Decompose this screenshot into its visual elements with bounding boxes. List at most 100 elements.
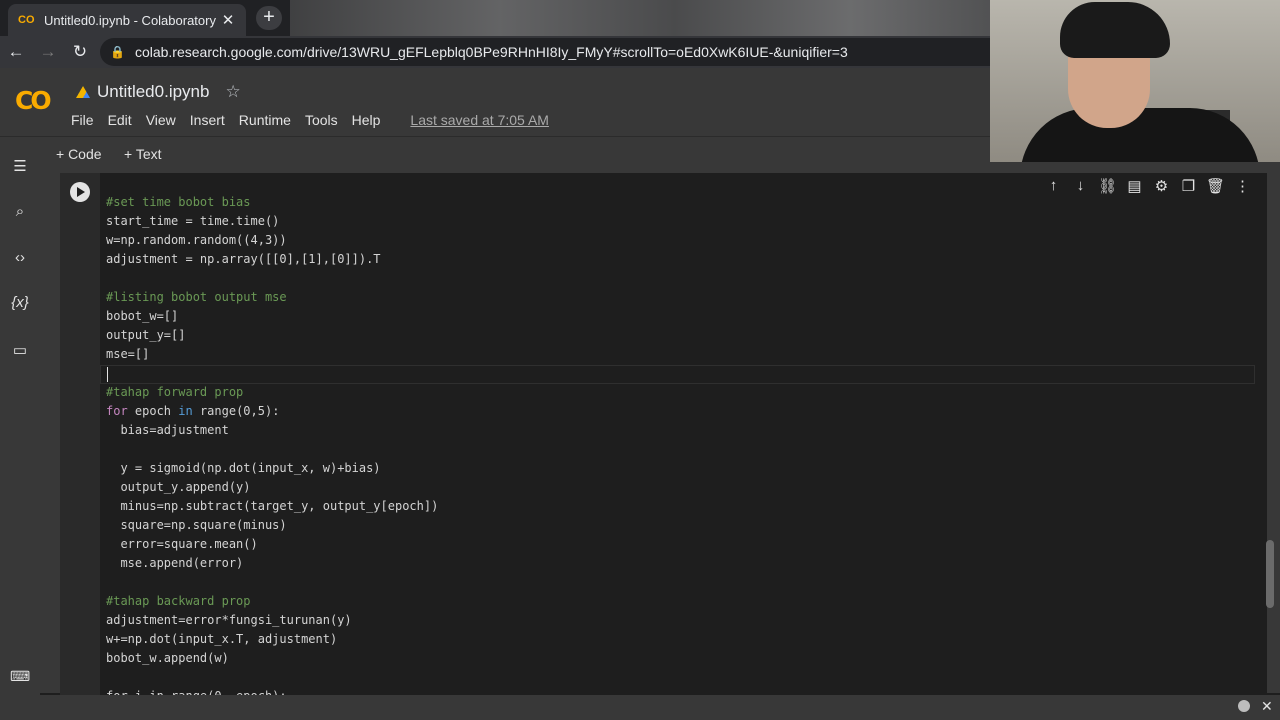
person-hair (1060, 2, 1170, 58)
add-code-button[interactable]: + Code (56, 146, 102, 162)
code-token: #set time bobot bias (106, 195, 251, 209)
code-line[interactable] (106, 573, 438, 592)
code-cell[interactable]: ↑ ↓ ⛓ ▤ ⚙ ❐ 🗑 ⋮ #set time bobot bias star… (60, 173, 1267, 703)
code-token: #listing bobot output mse (106, 290, 287, 304)
code-line[interactable]: y = sigmoid(np.dot(input_x, w)+bias) (106, 459, 438, 478)
code-snippets-icon[interactable]: ‹› (10, 249, 30, 266)
code-line[interactable]: error=square.mean() (106, 535, 438, 554)
menu-tools[interactable]: Tools (305, 112, 338, 128)
move-down-icon[interactable]: ↓ (1067, 177, 1094, 201)
code-line[interactable]: adjustment=error*fungsi_turunan(y) (106, 611, 438, 630)
reload-icon[interactable]: ↻ (64, 42, 96, 62)
close-tab-icon[interactable]: ✕ (220, 11, 236, 29)
menu-bar: File Edit View Insert Runtime Tools Help… (71, 112, 563, 128)
code-line[interactable]: bobot_w=[] (106, 307, 438, 326)
menu-file[interactable]: File (71, 112, 94, 128)
code-token: adjustment=error*fungsi_turunan(y) (106, 613, 352, 627)
code-token: start_time = time.time() (106, 214, 280, 228)
code-line[interactable]: adjustment = np.array([[0],[1],[0]]).T (106, 250, 438, 269)
code-line[interactable] (106, 440, 438, 459)
menu-help[interactable]: Help (352, 112, 381, 128)
last-saved-link[interactable]: Last saved at 7:05 AM (410, 112, 549, 128)
link-icon[interactable]: ⛓ (1094, 177, 1121, 201)
add-text-button[interactable]: + Text (124, 146, 162, 162)
tab-title: Untitled0.ipynb - Colaboratory (44, 12, 216, 28)
code-token: error=square.mean() (106, 537, 258, 551)
comment-icon[interactable]: ▤ (1121, 177, 1148, 201)
delete-icon[interactable]: 🗑 (1202, 177, 1229, 201)
menu-view[interactable]: View (146, 112, 176, 128)
code-token: y = sigmoid(np.dot(input_x, w)+bias) (106, 461, 381, 475)
colab-logo[interactable]: CO (15, 86, 52, 115)
code-token: output_y.append(y) (106, 480, 251, 494)
code-line[interactable]: w+=np.dot(input_x.T, adjustment) (106, 630, 438, 649)
code-line[interactable]: output_y=[] (106, 326, 438, 345)
google-drive-icon[interactable] (76, 86, 90, 98)
person-shirt (1020, 108, 1260, 162)
search-icon[interactable]: ⌕ (10, 203, 30, 220)
code-line[interactable]: #tahap backward prop (106, 592, 438, 611)
notebook-title-row: Untitled0.ipynb ☆ (76, 82, 241, 102)
code-line[interactable]: start_time = time.time() (106, 212, 438, 231)
more-icon[interactable]: ⋮ (1229, 177, 1256, 201)
code-line[interactable]: output_y.append(y) (106, 478, 438, 497)
code-token: adjustment = np.array([[0],[1],[0]]).T (106, 252, 381, 266)
table-of-contents-icon[interactable]: ☰ (10, 157, 30, 175)
code-line[interactable]: #tahap forward prop (106, 383, 438, 402)
menu-runtime[interactable]: Runtime (239, 112, 291, 128)
keyboard-shortcuts-icon[interactable]: ⌨ (10, 668, 30, 685)
code-line[interactable] (106, 668, 438, 687)
mirror-cell-icon[interactable]: ❐ (1175, 177, 1202, 201)
code-line[interactable] (106, 364, 438, 383)
cell-toolbar: ↑ ↓ ⛓ ▤ ⚙ ❐ 🗑 ⋮ (1040, 177, 1256, 201)
vertical-scrollbar[interactable] (1266, 540, 1274, 608)
code-line[interactable]: bias=adjustment (106, 421, 438, 440)
code-token: range(0,5): (192, 404, 280, 418)
run-cell-button[interactable] (70, 182, 90, 202)
code-line[interactable]: mse.append(error) (106, 554, 438, 573)
settings-icon[interactable]: ⚙ (1148, 177, 1175, 201)
url-text: colab.research.google.com/drive/13WRU_gE… (134, 44, 848, 60)
code-token: output_y=[] (106, 328, 186, 342)
status-dot-icon (1238, 700, 1250, 712)
browser-tab[interactable]: CO Untitled0.ipynb - Colaboratory ✕ (8, 4, 246, 36)
code-token: mse=[] (106, 347, 150, 361)
code-token: #tahap forward prop (106, 385, 244, 399)
code-line[interactable]: bobot_w.append(w) (106, 649, 438, 668)
back-arrow-icon[interactable]: ← (0, 42, 32, 62)
status-bar: ✕ (0, 695, 1280, 720)
code-token: mse.append(error) (106, 556, 244, 570)
code-token: bobot_w.append(w) (106, 651, 229, 665)
left-sidebar: ☰ ⌕ ‹› {x} ▭ (0, 137, 40, 720)
menu-edit[interactable]: Edit (108, 112, 132, 128)
menu-insert[interactable]: Insert (190, 112, 225, 128)
close-status-icon[interactable]: ✕ (1261, 698, 1273, 715)
code-token: #tahap backward prop (106, 594, 251, 608)
tab-bar-background (290, 0, 990, 36)
code-line[interactable]: square=np.square(minus) (106, 516, 438, 535)
code-line[interactable] (106, 269, 438, 288)
forward-arrow-icon[interactable]: → (32, 42, 64, 62)
files-icon[interactable]: ▭ (10, 341, 30, 359)
variables-icon[interactable]: {x} (10, 294, 30, 311)
code-token: minus=np.subtract(target_y, output_y[epo… (106, 499, 439, 513)
code-line[interactable]: mse=[] (106, 345, 438, 364)
code-token: for (106, 404, 128, 418)
code-token: w+=np.dot(input_x.T, adjustment) (106, 632, 338, 646)
webcam-overlay (990, 0, 1280, 162)
notebook-title[interactable]: Untitled0.ipynb (97, 82, 209, 102)
colab-favicon-icon: CO (18, 14, 35, 26)
code-line[interactable]: for epoch in range(0,5): (106, 402, 438, 421)
code-line[interactable]: w=np.random.random((4,3)) (106, 231, 438, 250)
new-tab-button[interactable]: + (256, 6, 282, 30)
code-token: w=np.random.random((4,3)) (106, 233, 287, 247)
code-line[interactable]: #listing bobot output mse (106, 288, 438, 307)
code-token: bias=adjustment (106, 423, 229, 437)
move-up-icon[interactable]: ↑ (1040, 177, 1067, 201)
code-editor[interactable]: #set time bobot bias start_time = time.ti… (106, 193, 438, 706)
code-token: epoch (127, 404, 179, 418)
code-token: bobot_w=[] (106, 309, 179, 323)
code-line[interactable]: #set time bobot bias (106, 193, 438, 212)
star-icon[interactable]: ☆ (225, 82, 240, 102)
code-line[interactable]: minus=np.subtract(target_y, output_y[epo… (106, 497, 438, 516)
